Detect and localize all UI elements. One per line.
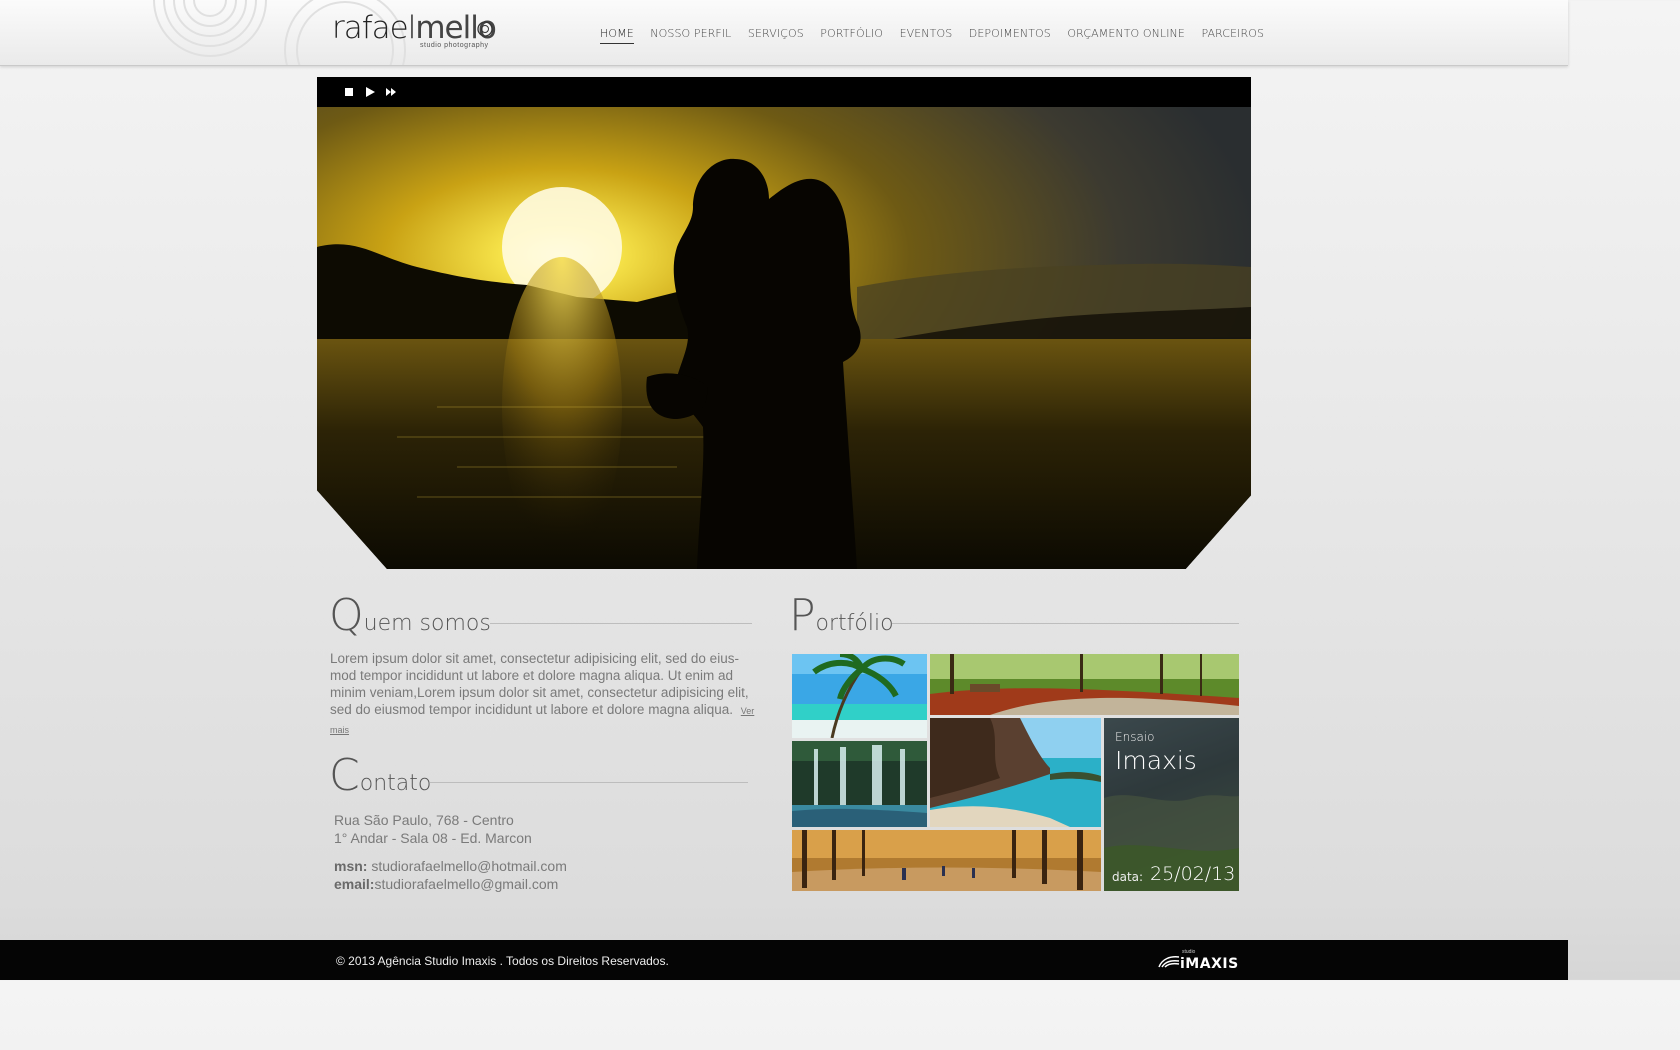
imaxis-logo-icon xyxy=(1158,956,1180,968)
msn-address[interactable]: studiorafaelmello@hotmail.com xyxy=(367,858,567,874)
contact-info: Rua São Paulo, 768 - Centro 1° Andar - S… xyxy=(334,811,567,893)
brand-name: iMAXIS xyxy=(1180,956,1239,972)
nav-depoimentos[interactable]: DEPOIMENTOS xyxy=(969,25,1051,44)
featured-date-value: 25/02/13 xyxy=(1150,863,1236,885)
msn-line: msn: studiorafaelmello@hotmail.com xyxy=(334,858,567,874)
nav-nosso-perfil[interactable]: NOSSO PERFIL xyxy=(650,25,731,44)
portfolio-thumb-alley[interactable] xyxy=(792,830,1101,891)
site-header: rafaelmello studio photography HOME NOSS… xyxy=(0,0,1568,66)
stop-icon[interactable] xyxy=(343,86,355,98)
nav-portfolio[interactable]: PORTFÓLIO xyxy=(820,25,883,44)
hero-image-couple-sunset xyxy=(317,107,1251,569)
contact-divider xyxy=(430,782,748,783)
portfolio-featured-ensaio[interactable]: Ensaio Imaxis data: 25/02/13 xyxy=(1104,718,1239,891)
nav-servicos[interactable]: SERVIÇOS xyxy=(748,25,804,44)
play-icon[interactable] xyxy=(364,86,376,98)
copyright-text: © 2013 Agência Studio Imaxis . Todos os … xyxy=(336,954,669,968)
park-image xyxy=(930,654,1239,715)
nav-orcamento-online[interactable]: ORÇAMENTO ONLINE xyxy=(1067,25,1185,44)
about-paragraph: Lorem ipsum dolor sit amet, consectetur … xyxy=(330,651,749,717)
cove-image xyxy=(930,718,1101,827)
featured-date-label: data: xyxy=(1112,870,1144,884)
contact-title: Contato xyxy=(329,750,432,801)
about-divider xyxy=(490,623,752,624)
portfolio-thumb-waterfall[interactable] xyxy=(792,741,927,827)
about-title: Quem somos xyxy=(329,590,491,641)
main-nav: HOME NOSSO PERFIL SERVIÇOS PORTFÓLIO EVE… xyxy=(600,25,1281,44)
slideshow-frame xyxy=(317,77,1251,569)
waterfall-image xyxy=(792,741,927,827)
portfolio-title: Portfólio xyxy=(789,590,894,641)
email-address[interactable]: studiorafaelmello@gmail.com xyxy=(374,876,558,892)
fast-forward-icon[interactable] xyxy=(385,86,397,98)
about-text: Lorem ipsum dolor sit amet, consectetur … xyxy=(330,650,760,739)
beach-image xyxy=(792,654,927,738)
hero-slideshow xyxy=(317,77,1251,569)
portfolio-thumb-beach[interactable] xyxy=(792,654,927,738)
nav-eventos[interactable]: EVENTOS xyxy=(900,25,953,44)
email-line: email:studiorafaelmello@gmail.com xyxy=(334,876,559,892)
site-logo[interactable]: rafaelmello studio photography xyxy=(332,10,502,54)
logo-ring-icon xyxy=(477,21,493,37)
alley-image xyxy=(792,830,1101,891)
logo-text: rafaelmello xyxy=(332,10,497,46)
featured-label-small: Ensaio xyxy=(1115,730,1155,744)
portfolio-thumb-cove[interactable] xyxy=(930,718,1101,827)
featured-label-big: Imaxis xyxy=(1115,746,1197,775)
nav-home[interactable]: HOME xyxy=(600,25,634,44)
address-line-2: 1° Andar - Sala 08 - Ed. Marcon xyxy=(334,830,532,846)
logo-subtitle: studio photography xyxy=(420,42,489,49)
address-line-1: Rua São Paulo, 768 - Centro xyxy=(334,812,514,828)
portfolio-divider xyxy=(892,623,1239,624)
portfolio-thumb-park[interactable] xyxy=(930,654,1239,715)
slideshow-controls xyxy=(343,86,397,98)
nav-parceiros[interactable]: PARCEIROS xyxy=(1201,25,1264,44)
brand-studio-label: studio xyxy=(1182,949,1196,955)
site-footer: © 2013 Agência Studio Imaxis . Todos os … xyxy=(0,940,1568,980)
footer-brand[interactable]: studio iMAXIS xyxy=(1158,949,1239,972)
